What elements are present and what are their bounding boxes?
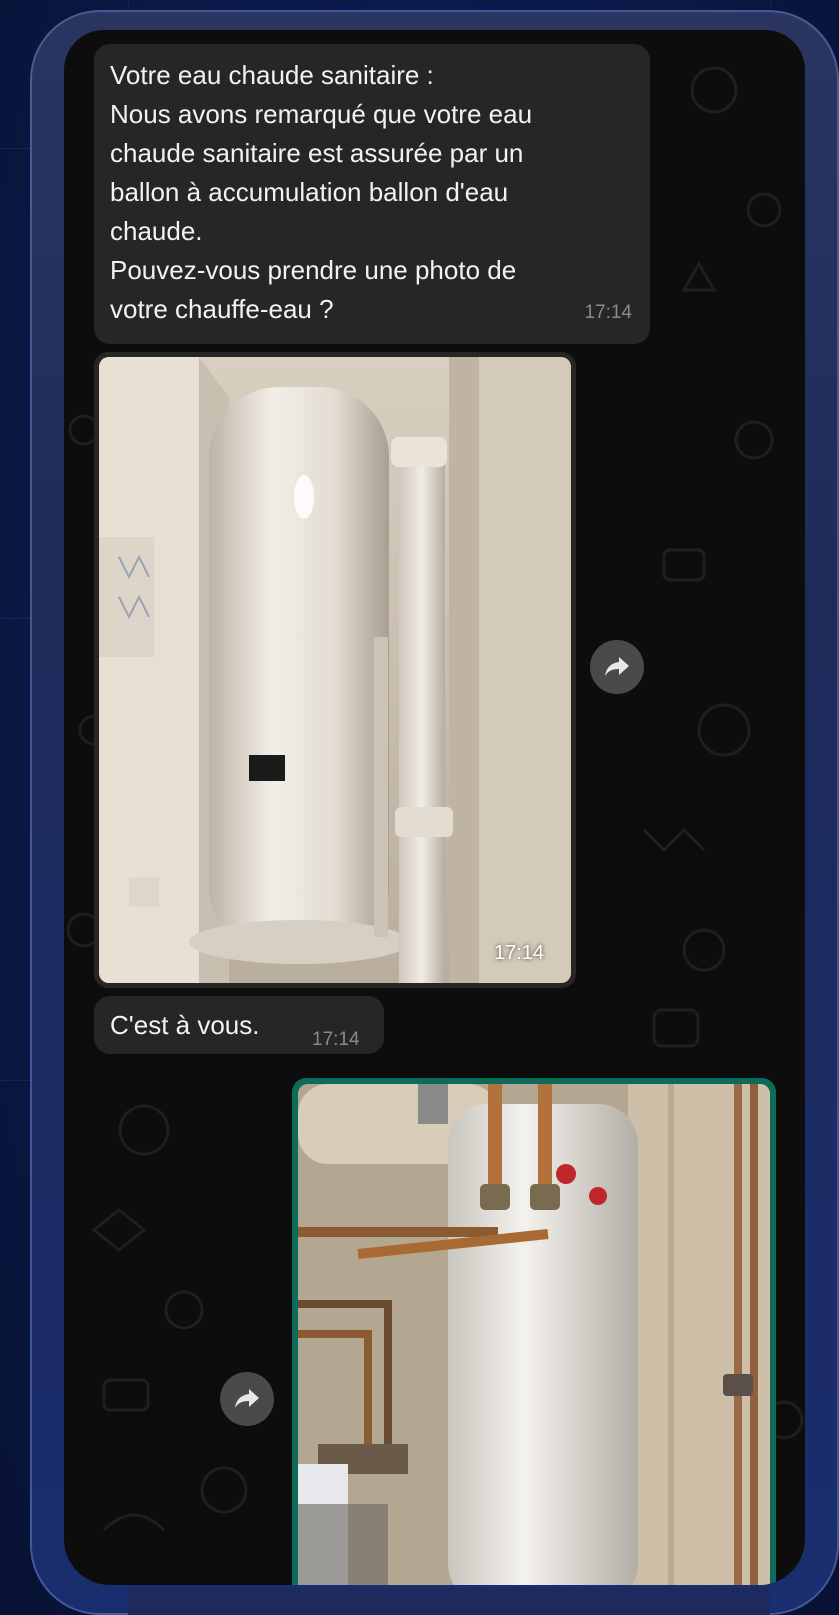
forward-icon xyxy=(235,1389,259,1408)
message-line: Nous avons remarqué que votre eau xyxy=(110,99,533,129)
photo-timestamp: 17:14 xyxy=(494,942,545,964)
incoming-photo-message[interactable]: 17:14 xyxy=(94,352,576,988)
incoming-message-bubble[interactable]: C'est à vous. 17:14 xyxy=(94,996,384,1054)
outgoing-photo-message[interactable] xyxy=(292,1078,776,1585)
message-timestamp: 17:14 xyxy=(584,302,632,323)
message-line: ballon à accumulation ballon d'eau xyxy=(110,177,509,207)
message-line: Votre eau chaude sanitaire : xyxy=(110,60,434,90)
incoming-message-bubble[interactable]: Votre eau chaude sanitaire : Nous avons … xyxy=(94,44,650,344)
forward-icon xyxy=(605,657,629,676)
water-heater-photo[interactable] xyxy=(99,357,571,983)
forward-button[interactable] xyxy=(590,640,644,694)
bottom-strip xyxy=(128,1588,770,1615)
message-line: chaude. xyxy=(110,216,203,246)
message-line: chaude sanitaire est assurée par un xyxy=(110,138,524,168)
message-text: Votre eau chaude sanitaire : Nous avons … xyxy=(110,56,532,329)
message-line: Pouvez-vous prendre une photo de xyxy=(110,255,517,285)
water-heater-photo[interactable] xyxy=(298,1084,770,1585)
chat-screen[interactable]: Votre eau chaude sanitaire : Nous avons … xyxy=(64,30,805,1585)
message-timestamp: 17:14 xyxy=(312,1029,360,1050)
message-line: votre chauffe-eau ? xyxy=(110,294,334,324)
forward-button[interactable] xyxy=(220,1372,274,1426)
message-text: C'est à vous. xyxy=(110,1010,260,1040)
